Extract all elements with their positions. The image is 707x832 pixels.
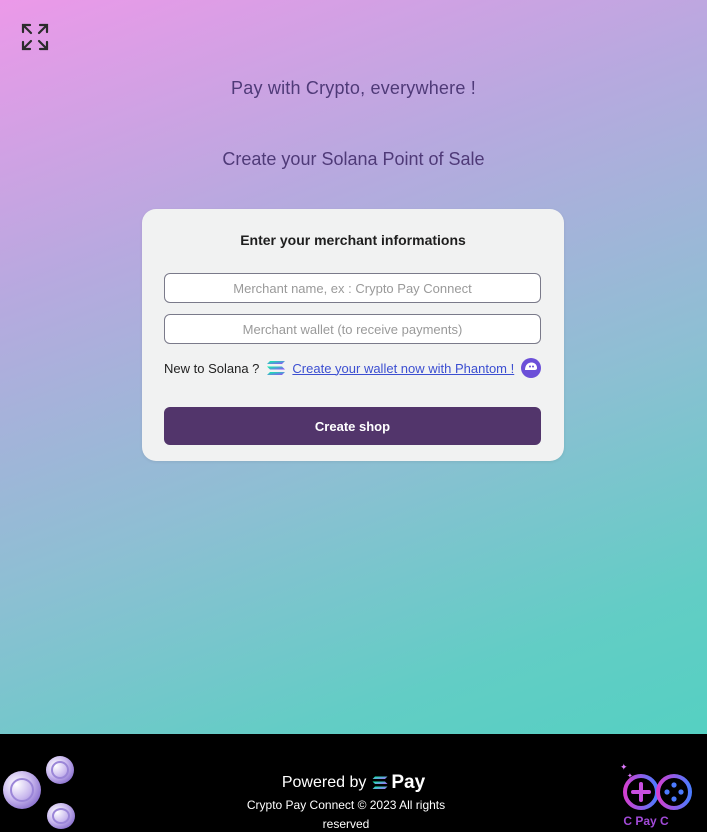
merchant-form-card: Enter your merchant informations New to … xyxy=(142,209,564,461)
merchant-name-input[interactable] xyxy=(164,273,541,303)
footer: Powered by Pay Crypto Pay Connect © 2023… xyxy=(0,734,707,832)
tagline: Pay with Crypto, everywhere ! xyxy=(231,78,476,98)
new-to-solana-label: New to Solana ? xyxy=(164,360,260,376)
phantom-ghost-icon[interactable] xyxy=(520,357,542,379)
powered-by-label: Powered by xyxy=(281,774,367,791)
phantom-wallet-link[interactable]: Create your wallet now with Phantom ! xyxy=(292,361,514,376)
form-title: Enter your merchant informations xyxy=(240,232,466,248)
merchant-wallet-input[interactable] xyxy=(164,314,541,344)
expand-icon[interactable] xyxy=(20,22,50,52)
pay-logo-text: Pay xyxy=(391,772,426,793)
solana-pay-logo-icon xyxy=(372,776,388,790)
copyright-text: Crypto Pay Connect © 2023 All rights res… xyxy=(246,798,446,831)
create-shop-button[interactable]: Create shop xyxy=(164,407,541,445)
powered-by: Powered by Pay xyxy=(0,772,707,794)
page-subtitle: Create your Solana Point of Sale xyxy=(222,149,485,169)
brand-name: C Pay C xyxy=(623,814,669,828)
solana-logo-icon xyxy=(266,360,286,376)
new-to-solana-row: New to Solana ? Create your wallet now w… xyxy=(164,357,542,379)
